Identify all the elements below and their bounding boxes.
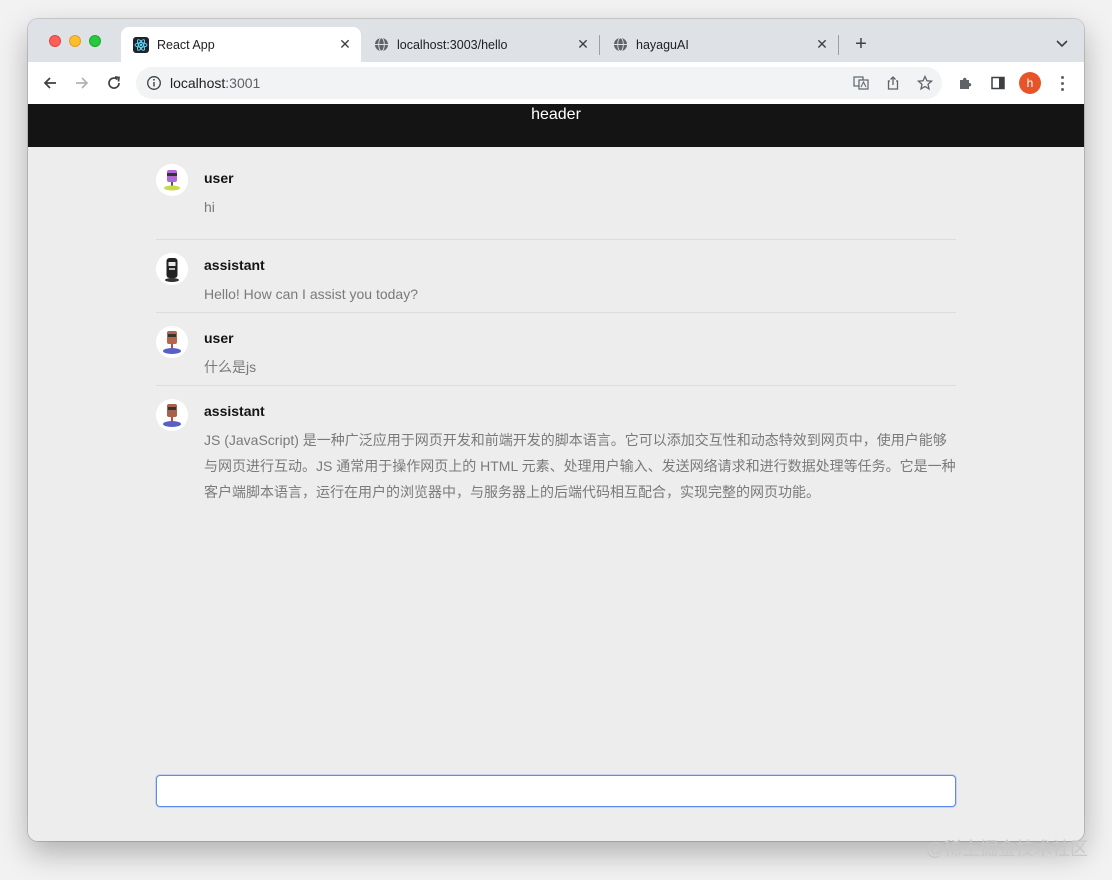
watermark: @稀土掘金技术社区: [926, 839, 1088, 860]
message-content: hi: [204, 199, 215, 215]
extensions-puzzle-icon[interactable]: [957, 74, 975, 92]
address-bar[interactable]: localhost:3001: [136, 67, 942, 99]
maximize-window-button[interactable]: [89, 35, 101, 47]
message-content: Hello! How can I assist you today?: [204, 286, 418, 302]
message-role: user: [204, 330, 234, 346]
tab-hayaguai[interactable]: hayaguAI ✕: [600, 27, 838, 62]
more-menu-icon[interactable]: [1054, 73, 1070, 93]
user-avatar: [156, 164, 188, 196]
bookmark-star-icon[interactable]: [916, 74, 934, 92]
app-header: header: [28, 104, 1084, 147]
tab-title: localhost:3003/hello: [397, 37, 508, 52]
message-item: assistant JS (JavaScript) 是一种广泛应用于网页开发和前…: [156, 386, 956, 505]
close-tab-icon[interactable]: ✕: [335, 35, 355, 55]
user-avatar: [156, 326, 188, 358]
profile-avatar[interactable]: h: [1019, 72, 1041, 94]
tab-title: hayaguAI: [636, 37, 689, 52]
url-text: localhost:3001: [170, 75, 261, 91]
page-viewport: header user hi assistant Hello! How can …: [28, 104, 1084, 841]
reload-icon: [108, 76, 120, 89]
info-icon[interactable]: [146, 75, 162, 91]
new-tab-button[interactable]: +: [850, 33, 872, 55]
assistant-avatar: [156, 253, 188, 285]
message-role: user: [204, 170, 234, 186]
close-tab-icon[interactable]: ✕: [812, 35, 832, 55]
chat-input[interactable]: [157, 776, 955, 806]
tab-react-app[interactable]: React App ✕: [121, 27, 361, 62]
translate-icon[interactable]: [852, 74, 870, 92]
chevron-down-icon[interactable]: [1052, 33, 1072, 55]
message-item: user 什么是js: [156, 313, 956, 386]
forward-arrow-icon: [76, 77, 89, 89]
react-icon: [133, 36, 149, 53]
reload-button[interactable]: [102, 71, 126, 95]
message-role: assistant: [204, 403, 265, 419]
browser-window: React App ✕ localhost:3003/hello ✕ hayag…: [28, 19, 1084, 841]
tab-localhost-3003[interactable]: localhost:3003/hello ✕: [361, 27, 599, 62]
tab-separator: [838, 35, 839, 55]
message-content: 什么是js: [204, 359, 257, 375]
message-body: assistant Hello! How can I assist you to…: [204, 255, 956, 307]
close-window-button[interactable]: [49, 35, 61, 47]
message-body: user 什么是js: [204, 328, 956, 380]
message-body: assistant JS (JavaScript) 是一种广泛应用于网页开发和前…: [204, 401, 956, 505]
message-content: JS (JavaScript) 是一种广泛应用于网页开发和前端开发的脚本语言。它…: [204, 432, 956, 500]
message-role: assistant: [204, 257, 265, 273]
message-body: user hi: [204, 168, 956, 220]
back-arrow-icon: [43, 77, 56, 89]
forward-button[interactable]: [70, 71, 94, 95]
message-item: assistant Hello! How can I assist you to…: [156, 240, 956, 313]
chat-input-wrapper: [156, 775, 956, 807]
assistant-avatar: [156, 399, 188, 431]
message-list: user hi assistant Hello! How can I assis…: [156, 164, 956, 505]
globe-icon: [612, 37, 628, 53]
back-button[interactable]: [38, 71, 62, 95]
side-panel-icon[interactable]: [989, 74, 1007, 92]
minimize-window-button[interactable]: [69, 35, 81, 47]
globe-icon: [373, 37, 389, 53]
browser-toolbar: localhost:3001 h: [28, 62, 1084, 104]
message-item: user hi: [156, 164, 956, 240]
close-tab-icon[interactable]: ✕: [573, 35, 593, 55]
share-icon[interactable]: [884, 74, 902, 92]
tab-title: React App: [157, 37, 215, 52]
tab-strip: React App ✕ localhost:3003/hello ✕ hayag…: [28, 19, 1084, 62]
